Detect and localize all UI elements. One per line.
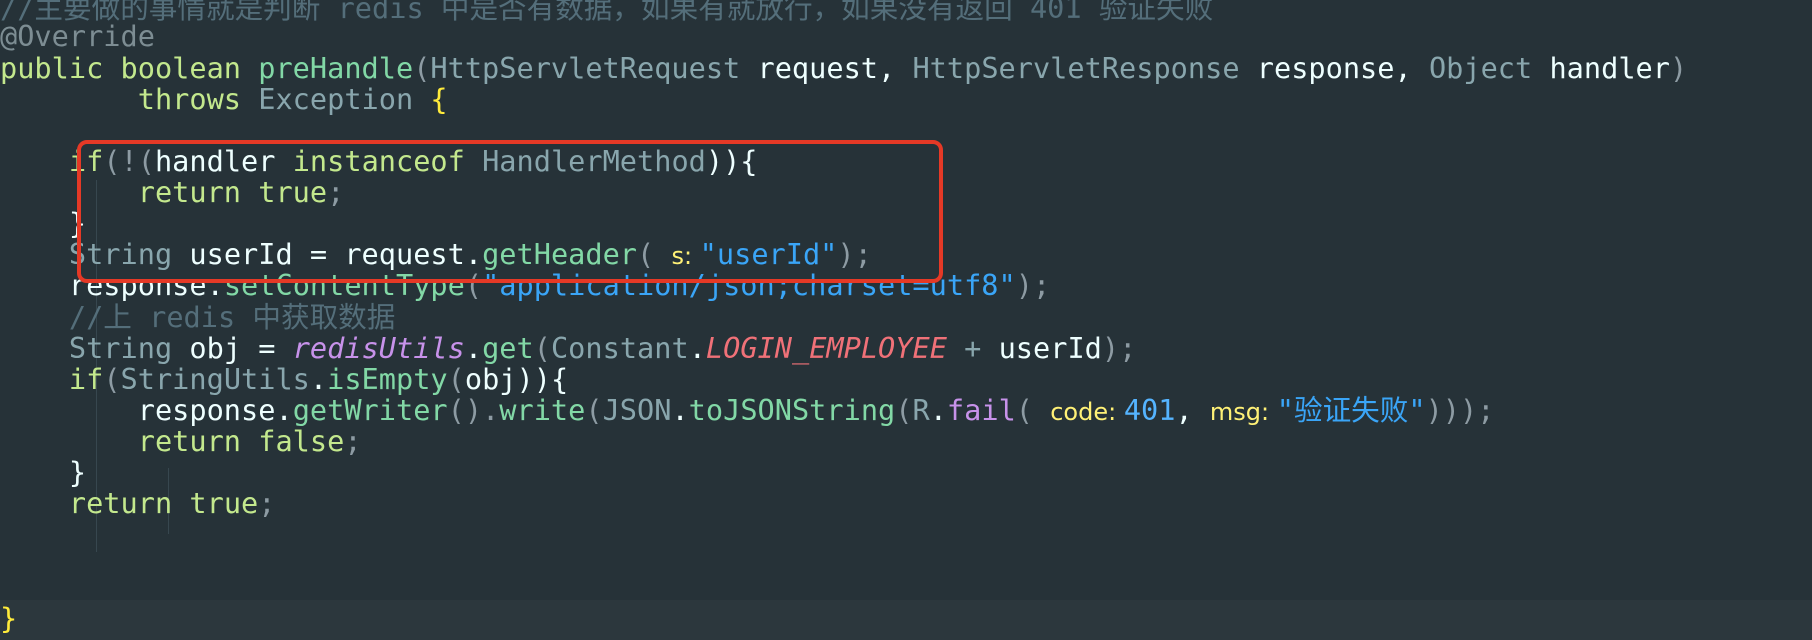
code-line-18[interactable]: } xyxy=(0,600,1812,640)
paren: ); xyxy=(1015,268,1051,302)
type-name: HttpServletRequest xyxy=(430,51,758,85)
constant-name: LOGIN_EMPLOYEE xyxy=(705,331,947,365)
paren: )){ xyxy=(516,362,569,396)
dot: . xyxy=(688,331,706,365)
number-literal: 401 xyxy=(1123,393,1176,427)
comma: , xyxy=(1175,393,1210,427)
brace: } xyxy=(68,455,87,489)
class-name: Constant xyxy=(550,331,689,365)
type-name: HttpServletResponse xyxy=(912,51,1257,85)
semicolon: ; xyxy=(258,486,276,520)
object: response xyxy=(137,393,276,427)
variable: userId xyxy=(998,331,1102,365)
string-literal: "验证失败" xyxy=(1276,393,1426,427)
dot: . xyxy=(309,362,328,396)
paren: ); xyxy=(1101,331,1137,365)
comma: , xyxy=(878,51,913,85)
method-name: preHandle xyxy=(258,51,414,85)
method-call: get xyxy=(482,331,534,365)
paren: ( xyxy=(413,51,431,85)
dot: . xyxy=(671,393,689,427)
dot: . xyxy=(464,331,483,365)
dot: . xyxy=(929,393,947,427)
keyword: throws xyxy=(137,82,259,116)
keyword: public xyxy=(0,51,121,85)
class-name: R xyxy=(912,393,930,427)
keyword: return xyxy=(68,486,190,520)
keyword: boolean xyxy=(120,51,259,85)
param-name: response xyxy=(1256,51,1395,85)
brace: { xyxy=(430,82,448,116)
field-name: redisUtils xyxy=(292,331,465,365)
type-name: String xyxy=(68,331,190,365)
operator: + xyxy=(946,331,999,365)
type-name: Exception xyxy=(258,82,431,116)
comment-text: //上 redis 中获取数据 xyxy=(68,300,396,334)
code-editor[interactable]: //主要做的事情就是判断 redis 中是否有数据，如果有就放行，如果没有返回 … xyxy=(0,0,1812,640)
class-name: StringUtils xyxy=(120,362,310,396)
paren: ) xyxy=(1669,51,1688,85)
method-call: write xyxy=(499,393,586,427)
param-name: handler xyxy=(1549,51,1670,85)
paren: ( xyxy=(585,393,603,427)
literal: true xyxy=(189,486,259,520)
variable: obj xyxy=(464,362,517,396)
paren: ( xyxy=(1015,393,1051,427)
paren: (). xyxy=(447,393,500,427)
comma: , xyxy=(1394,51,1429,85)
method-call: fail xyxy=(946,393,1016,427)
keyword: if xyxy=(68,362,104,396)
brace: } xyxy=(0,601,18,635)
semicolon: ; xyxy=(344,424,362,458)
dot: . xyxy=(275,393,293,427)
paren: ( xyxy=(447,362,465,396)
paren: ))); xyxy=(1425,393,1495,427)
param-hint: msg: xyxy=(1209,398,1277,426)
method-call: toJSONString xyxy=(688,393,896,427)
class-name: JSON xyxy=(602,393,672,427)
paren: ( xyxy=(103,362,121,396)
literal: false xyxy=(258,424,345,458)
param-hint: code: xyxy=(1050,398,1124,426)
annotation: @Override xyxy=(0,19,155,53)
variable: obj xyxy=(189,331,259,365)
code-line-17[interactable]: return true; xyxy=(0,485,1812,521)
code-line-2[interactable]: @Override xyxy=(0,18,1812,54)
param-name: request xyxy=(757,51,879,85)
method-call: getWriter xyxy=(292,393,448,427)
highlight-box xyxy=(77,140,943,283)
paren: ( xyxy=(533,331,551,365)
keyword: return xyxy=(137,424,259,458)
type-name: Object xyxy=(1428,51,1550,85)
operator: = xyxy=(258,331,293,365)
method-call: isEmpty xyxy=(327,362,448,396)
paren: ( xyxy=(895,393,913,427)
